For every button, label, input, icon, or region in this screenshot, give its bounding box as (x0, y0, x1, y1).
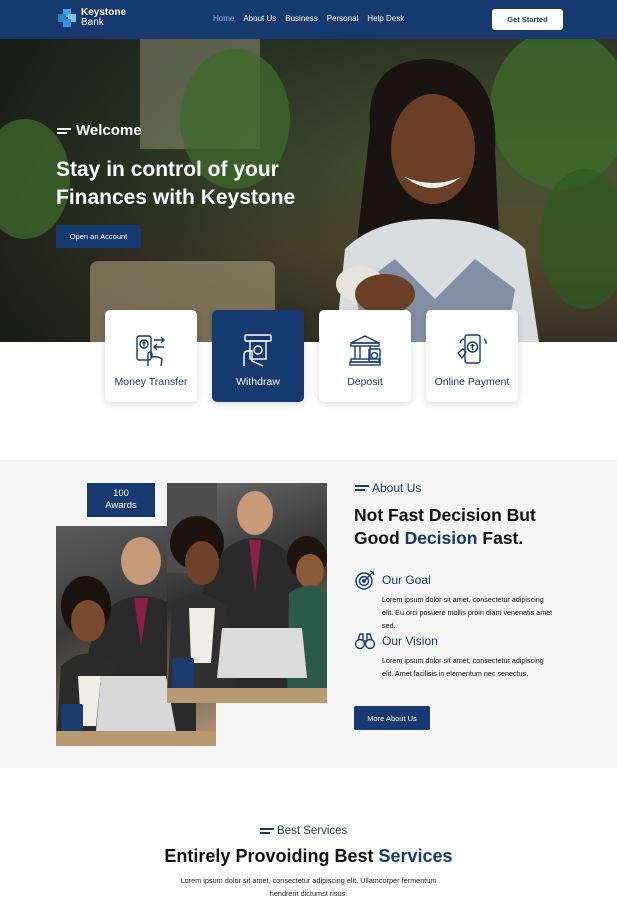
awards-label: Awards (105, 500, 137, 511)
our-vision-title: Our Vision (382, 634, 438, 648)
service-card-money-transfer[interactable]: Money Transfer (105, 310, 197, 402)
service-card-withdraw[interactable]: Withdraw (212, 310, 304, 402)
nav-link-about-us[interactable]: About Us (243, 14, 276, 23)
logo-sub: Bank (81, 17, 104, 28)
nav-link-home[interactable]: Home (213, 14, 234, 23)
our-vision-text: Lorem ipsum dolor sit amet, consectetur … (382, 656, 544, 678)
lines-icon (355, 485, 369, 491)
our-vision-block: Our Vision Lorem ipsum dolor sit amet, c… (354, 630, 554, 680)
hero-title: Stay in control of your Finances with Ke… (56, 158, 296, 209)
service-cards: Money Transfer Withdraw Deposit Online P… (105, 310, 518, 402)
about-tag: About Us (372, 481, 422, 495)
atm-withdraw-icon (243, 334, 272, 367)
lines-icon (260, 828, 274, 834)
about-section: 100 Awards About Us Not Fast Decision Bu… (0, 460, 617, 768)
target-icon (355, 570, 375, 590)
best-services-tag: Best Services (277, 825, 348, 837)
more-about-us-button[interactable]: More About Us (354, 706, 430, 730)
get-started-button[interactable]: Get Started (492, 9, 563, 30)
logo-icon (57, 8, 77, 28)
our-goal-text: Lorem ipsum dolor sit amet, consectetur … (382, 595, 553, 630)
about-title: Not Fast Decision But Good Decision Fast… (354, 505, 536, 548)
logo[interactable]: Keystone Bank (57, 8, 126, 28)
top-navbar: Keystone Bank Home About Us Business Per… (0, 0, 617, 39)
lines-icon (57, 127, 71, 134)
awards-badge: 100 Awards (87, 483, 155, 517)
hero-woman-image (335, 59, 539, 342)
open-account-button[interactable]: Open an Account (56, 225, 141, 248)
nav-links: Home About Us Business Personal Help Des… (213, 14, 404, 23)
nav-link-personal[interactable]: Personal (327, 14, 359, 23)
service-label: Online Payment (434, 376, 510, 388)
nav-link-help-desk[interactable]: Help Desk (367, 14, 404, 23)
hero-background-plant (540, 169, 617, 309)
awards-count: 100 (113, 488, 129, 499)
service-card-deposit[interactable]: Deposit (319, 310, 411, 402)
service-card-online-payment[interactable]: Online Payment (426, 310, 518, 402)
best-services-title: Entirely Provoiding Best Services (164, 846, 453, 866)
service-label: Withdraw (236, 376, 280, 388)
our-goal-block: Our Goal Lorem ipsum dolor sit amet, con… (354, 569, 554, 632)
service-label: Deposit (347, 376, 383, 388)
our-goal-title: Our Goal (382, 573, 431, 587)
hero-section: Welcome Stay in control of your Finances… (0, 39, 617, 342)
hero-welcome: Welcome (76, 122, 142, 139)
bank-deposit-icon (349, 335, 381, 366)
nav-link-business[interactable]: Business (285, 14, 317, 23)
binoculars-icon (354, 633, 376, 650)
about-photo-meeting (167, 483, 327, 703)
money-transfer-icon (136, 335, 165, 367)
best-services-text: Lorem ipsum dolor sit amet, consectetur … (180, 876, 437, 898)
service-label: Money Transfer (114, 376, 188, 388)
mobile-payment-icon (457, 334, 487, 364)
